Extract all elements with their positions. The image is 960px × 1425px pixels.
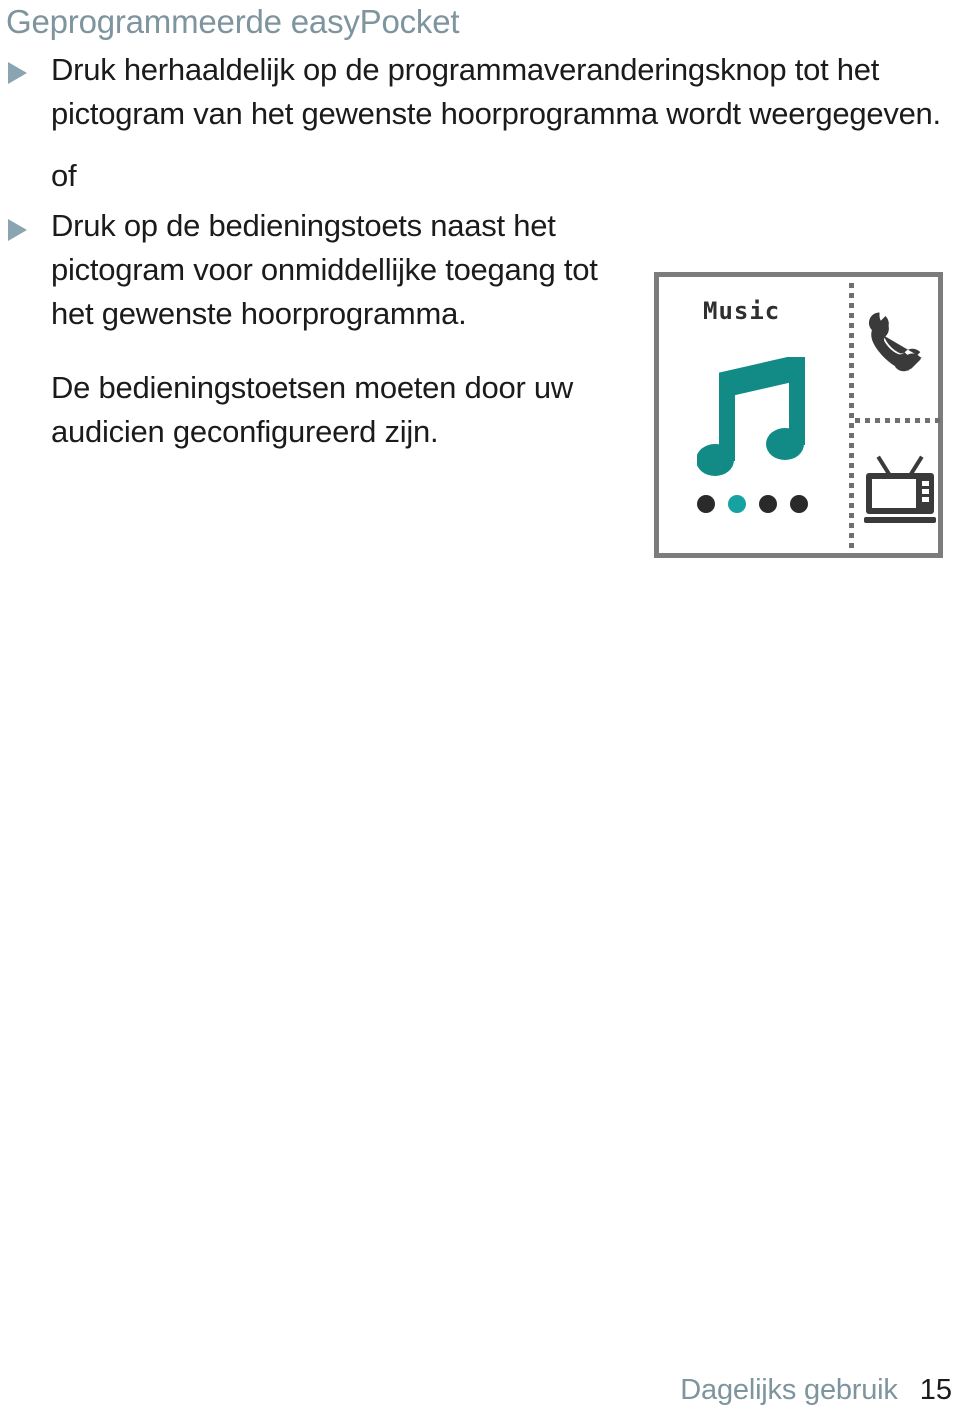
page-title: Geprogrammeerde easyPocket bbox=[6, 3, 460, 40]
telephone-handset-icon bbox=[865, 309, 931, 380]
easypocket-display-illustration: Music bbox=[654, 272, 943, 558]
program-dot-2-active bbox=[728, 495, 746, 513]
dotted-vertical-divider bbox=[849, 283, 854, 551]
bullet-item-1-text: Druk herhaaldelijk op de programmaverand… bbox=[51, 52, 941, 131]
triangle-right-icon bbox=[8, 219, 27, 241]
program-dot-4 bbox=[790, 495, 808, 513]
television-icon bbox=[861, 454, 939, 531]
note-text: De bedieningstoetsen moeten door uw audi… bbox=[51, 370, 574, 449]
triangle-right-icon bbox=[8, 62, 27, 84]
document-page: Geprogrammeerde easyPocket Druk herhaald… bbox=[0, 0, 960, 1425]
footer-section-label: Dagelijks gebruik bbox=[680, 1374, 898, 1406]
program-indicator-dots bbox=[697, 495, 808, 513]
page-footer: Dagelijks gebruik 15 bbox=[0, 1374, 960, 1407]
footer-page-number: 15 bbox=[919, 1374, 952, 1406]
dotted-horizontal-divider bbox=[855, 418, 941, 423]
program-dot-1 bbox=[697, 495, 715, 513]
bullet-item-2-text: Druk op de bedieningstoets naast het pic… bbox=[51, 208, 598, 331]
screen-label-music: Music bbox=[703, 297, 781, 325]
alternative-separator-text: of bbox=[51, 158, 77, 193]
bullet-item-1: Druk herhaaldelijk op de programmaverand… bbox=[0, 48, 960, 136]
music-note-icon bbox=[696, 352, 807, 482]
program-dot-3 bbox=[759, 495, 777, 513]
